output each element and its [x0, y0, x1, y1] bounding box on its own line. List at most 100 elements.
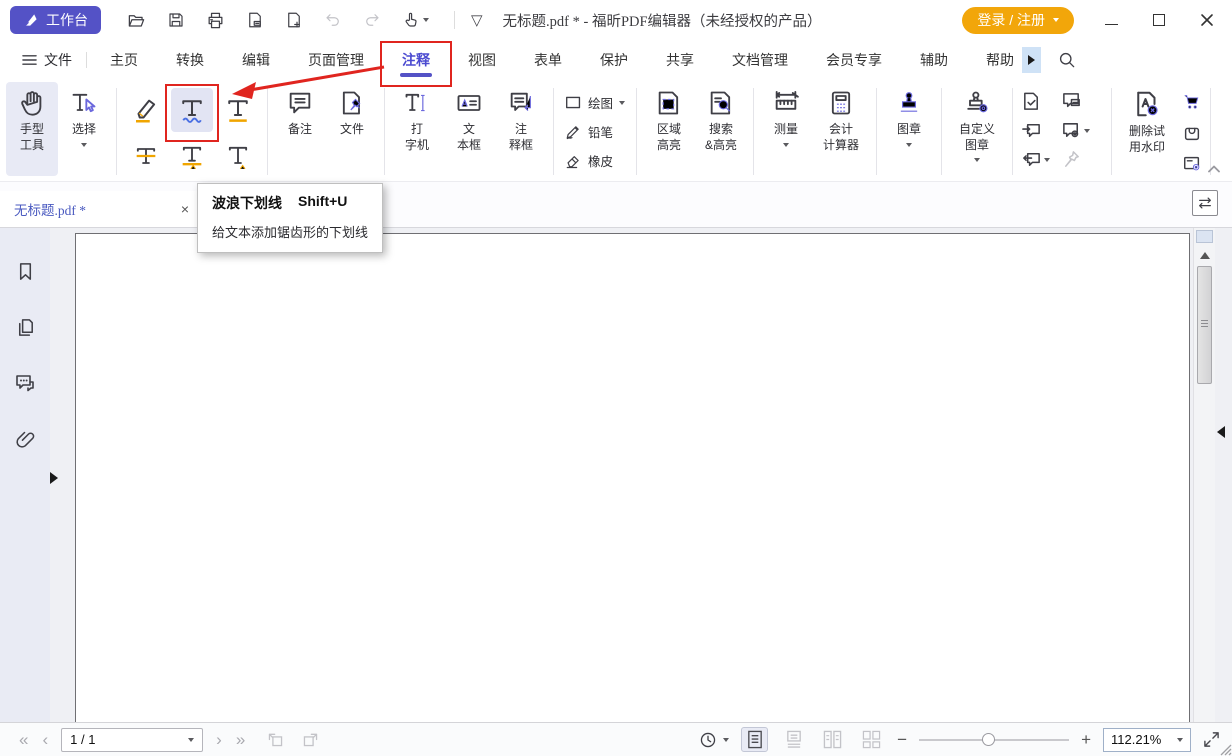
- menu-organize[interactable]: 页面管理: [289, 40, 383, 80]
- open-file-button[interactable]: [127, 11, 146, 30]
- menu-help[interactable]: 帮助: [967, 40, 1020, 80]
- area-highlight-button[interactable]: 区域 高亮: [643, 82, 695, 176]
- comments-icon: [13, 371, 37, 395]
- menu-comment[interactable]: 注释: [383, 40, 449, 80]
- comment-settings-button[interactable]: [1059, 118, 1092, 143]
- hand-mode-button[interactable]: [402, 11, 429, 29]
- menu-convert[interactable]: 转换: [157, 40, 223, 80]
- callout-label: 注 释框: [509, 122, 533, 153]
- zoom-out-button[interactable]: −: [897, 731, 907, 748]
- comments-panel-button[interactable]: [0, 355, 50, 411]
- pdf-page[interactable]: [75, 233, 1190, 722]
- menu-edit[interactable]: 编辑: [223, 40, 289, 80]
- ribbon-divider: [1012, 88, 1013, 175]
- pencil-button[interactable]: 铅笔: [560, 119, 630, 144]
- menu-form[interactable]: 表单: [515, 40, 581, 80]
- insert-text-tool-button[interactable]: [217, 134, 259, 178]
- scrollbar-thumb[interactable]: [1197, 266, 1212, 384]
- customize-toolbar-chevron[interactable]: ▽: [471, 11, 483, 29]
- rotate-left-icon[interactable]: [266, 730, 285, 749]
- document-viewport[interactable]: [50, 228, 1193, 722]
- attachments-panel-button[interactable]: [0, 411, 50, 467]
- facing-view-button[interactable]: [819, 727, 846, 752]
- pages-panel-button[interactable]: [0, 299, 50, 355]
- single-page-view-button[interactable]: [741, 727, 768, 752]
- zoom-level-select[interactable]: 112.21%: [1103, 728, 1191, 752]
- accounting-calculator-button[interactable]: 会计 计算器: [812, 82, 870, 176]
- menu-home[interactable]: 主页: [91, 40, 157, 80]
- file-attachment-comment-button[interactable]: 文件: [326, 82, 378, 176]
- highlight-tool-button[interactable]: [125, 88, 167, 132]
- workspace-button[interactable]: 工作台: [10, 6, 101, 34]
- select-tool-button[interactable]: 选择: [58, 82, 110, 176]
- facing-continuous-view-button[interactable]: [858, 727, 885, 752]
- search-button[interactable]: [1057, 50, 1077, 70]
- rotate-right-icon[interactable]: [301, 730, 320, 749]
- search-highlight-button[interactable]: 搜索 &高亮: [695, 82, 747, 176]
- cart-button[interactable]: [1180, 90, 1204, 114]
- print-button[interactable]: [206, 11, 225, 30]
- undo-button[interactable]: [324, 11, 342, 29]
- expand-right-panel-button[interactable]: [1217, 426, 1225, 438]
- scroll-up-arrow[interactable]: [1200, 252, 1210, 259]
- scrollbar-top-button[interactable]: [1196, 230, 1213, 243]
- textbox-label: 文 本框: [457, 122, 481, 153]
- stamp-button[interactable]: 图章: [883, 82, 935, 176]
- next-page-button[interactable]: ›: [209, 731, 229, 748]
- shop-bag-button[interactable]: [1180, 121, 1204, 145]
- note-comment-button[interactable]: 备注: [274, 82, 326, 176]
- redo-button[interactable]: [363, 11, 381, 29]
- stamp-label: 图章: [897, 122, 921, 138]
- textbox-button[interactable]: 文 本框: [443, 82, 495, 176]
- close-button[interactable]: [1198, 11, 1216, 29]
- slider-knob[interactable]: [982, 733, 995, 746]
- zoom-slider[interactable]: [919, 728, 1069, 752]
- typewriter-button[interactable]: 打 字机: [391, 82, 443, 176]
- new-document-button[interactable]: [285, 11, 303, 29]
- menu-overflow-button[interactable]: [1022, 47, 1041, 73]
- previous-page-button[interactable]: ‹: [35, 731, 55, 748]
- last-page-button[interactable]: »: [229, 731, 252, 748]
- squiggly-underline-tool-button[interactable]: [171, 88, 213, 132]
- page-number-select[interactable]: 1 / 1: [61, 728, 203, 752]
- panel-settings-button[interactable]: [1180, 152, 1204, 176]
- hand-tool-button[interactable]: 手型 工具: [6, 82, 58, 176]
- menu-file[interactable]: 文件: [12, 50, 82, 70]
- comment-card-button[interactable]: [1059, 89, 1084, 114]
- menu-member-exclusive[interactable]: 会员专享: [807, 40, 901, 80]
- strikeout-tool-button[interactable]: [125, 134, 167, 178]
- measure-button[interactable]: 测量: [760, 82, 812, 176]
- menu-share[interactable]: 共享: [647, 40, 713, 80]
- keep-tool-selected-button[interactable]: [1059, 147, 1084, 172]
- callout-button[interactable]: 注 释框: [495, 82, 547, 176]
- maximize-button[interactable]: [1150, 11, 1168, 29]
- resize-grip[interactable]: [1216, 740, 1232, 756]
- switch-tabs-button[interactable]: [1192, 190, 1218, 216]
- first-page-button[interactable]: «: [12, 731, 35, 748]
- export-pdf-button[interactable]: [246, 11, 264, 29]
- history-button[interactable]: [699, 731, 729, 749]
- tab-close-icon[interactable]: ×: [179, 201, 191, 217]
- replace-text-tool-button[interactable]: [171, 134, 213, 178]
- menu-protect[interactable]: 保护: [581, 40, 647, 80]
- document-tab[interactable]: 无标题.pdf * ×: [0, 191, 202, 227]
- menu-view[interactable]: 视图: [449, 40, 515, 80]
- expand-left-panel-button[interactable]: [50, 467, 63, 489]
- menu-document-management[interactable]: 文档管理: [713, 40, 807, 80]
- login-register-button[interactable]: 登录 / 注册: [962, 7, 1074, 34]
- bookmarks-panel-button[interactable]: [0, 243, 50, 299]
- drawing-button[interactable]: 绘图: [560, 90, 630, 115]
- menu-accessibility[interactable]: 辅助: [901, 40, 967, 80]
- underline-tool-button[interactable]: [217, 88, 259, 132]
- minimize-button[interactable]: [1102, 11, 1120, 29]
- comment-check-button[interactable]: [1019, 89, 1044, 114]
- remove-trial-watermark-button[interactable]: 删除试 用水印: [1118, 82, 1176, 176]
- collapse-ribbon-button[interactable]: [1208, 165, 1220, 173]
- continuous-view-button[interactable]: [780, 727, 807, 752]
- eraser-button[interactable]: 橡皮: [560, 148, 630, 173]
- export-comments-button[interactable]: [1019, 147, 1052, 172]
- import-comments-button[interactable]: [1019, 118, 1044, 143]
- save-button[interactable]: [167, 11, 185, 29]
- zoom-in-button[interactable]: +: [1081, 731, 1091, 748]
- custom-stamp-button[interactable]: 自定义 图章: [948, 82, 1006, 176]
